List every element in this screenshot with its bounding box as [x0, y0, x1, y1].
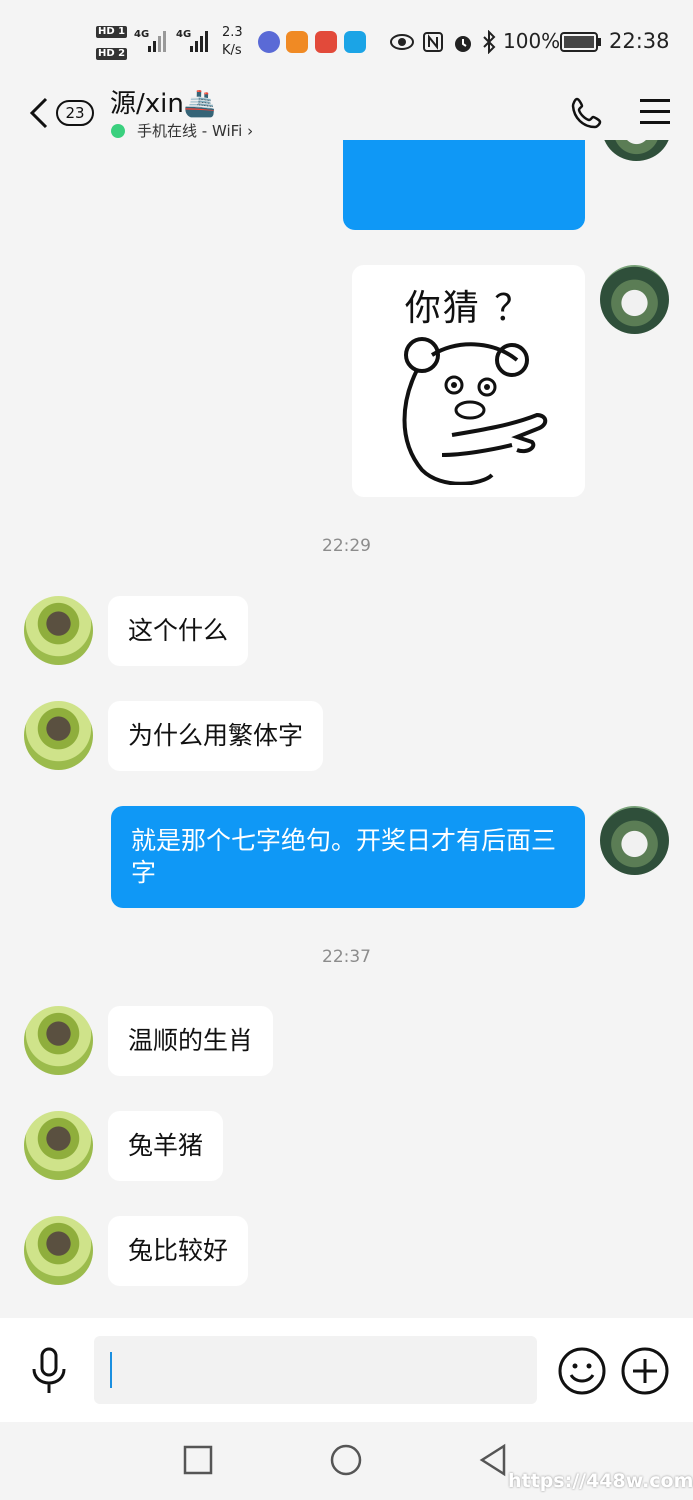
back-arrow-icon[interactable]: [26, 96, 52, 130]
battery-icon: [560, 32, 601, 52]
net-speed-value: 2.3: [222, 25, 243, 40]
signal-icon-1: [148, 31, 166, 52]
battery-percent: 100%: [503, 29, 561, 53]
message-bubble[interactable]: 温顺的生肖: [108, 1006, 274, 1076]
signal-icon-2: [190, 31, 208, 52]
phone-call-icon[interactable]: [569, 96, 605, 132]
bear-sticker-image: [402, 337, 548, 485]
avatar-self[interactable]: [600, 806, 669, 875]
network-type-2: 4G: [176, 29, 192, 40]
message-text: 兔羊猪: [128, 1131, 204, 1160]
search-app-icon: [344, 31, 366, 53]
reader-app-icon: [315, 31, 337, 53]
avatar-contact[interactable]: [24, 596, 93, 665]
nfc-icon: [423, 32, 443, 52]
microphone-icon[interactable]: [30, 1347, 68, 1395]
sticker-caption: 你猜 ？: [404, 288, 533, 329]
message-bubble[interactable]: 兔羊猪: [108, 1111, 224, 1181]
message-text: 就是那个七字绝句。开奖日才有后面三字: [131, 826, 557, 887]
menu-icon[interactable]: [640, 99, 670, 125]
message-text: 温顺的生肖: [128, 1026, 254, 1055]
contact-name[interactable]: 源/xin🚢: [110, 89, 216, 119]
unread-count-badge[interactable]: 23: [56, 100, 94, 126]
online-status-text[interactable]: 手机在线 - WiFi ›: [137, 122, 253, 140]
message-text: 兔比较好: [128, 1236, 229, 1265]
message-bubble[interactable]: 就是那个七字绝句。开奖日才有后面三字: [111, 806, 585, 908]
avatar-contact[interactable]: [24, 1111, 93, 1180]
back-triangle-icon[interactable]: [478, 1443, 508, 1477]
message-text: 这个什么: [128, 616, 229, 645]
avatar-contact[interactable]: [24, 701, 93, 770]
hd-badge-1: HD 1: [96, 26, 128, 38]
sticker-message[interactable]: 你猜 ？: [352, 265, 585, 497]
alarm-icon: [455, 36, 471, 52]
avatar-contact[interactable]: [24, 1006, 93, 1075]
timestamp: 22:29: [322, 536, 371, 556]
bluetooth-icon: [483, 30, 496, 54]
message-text: 为什么用繁体字: [128, 721, 304, 750]
plus-circle-icon[interactable]: [620, 1346, 670, 1396]
message-bubble[interactable]: 为什么用繁体字: [108, 701, 324, 771]
online-status-dot: [111, 124, 125, 138]
status-bar: HD 1 HD 2 4G 4G 2.3 K/s 100% 22:38: [0, 0, 693, 80]
music-app-icon: [258, 31, 280, 53]
text-caret: [110, 1352, 112, 1388]
home-circle-icon[interactable]: [329, 1443, 363, 1477]
network-type-1: 4G: [134, 29, 150, 40]
clock: 22:38: [609, 29, 670, 53]
eye-icon: [390, 34, 414, 50]
video-app-icon: [286, 31, 308, 53]
message-bubble-partial[interactable]: [343, 140, 585, 230]
hd-badge-2: HD 2: [96, 48, 128, 60]
smiley-icon[interactable]: [557, 1346, 607, 1396]
timestamp: 22:37: [322, 947, 371, 967]
message-bubble[interactable]: 兔比较好: [108, 1216, 249, 1286]
recent-apps-square-icon[interactable]: [183, 1445, 213, 1475]
avatar-contact[interactable]: [24, 1216, 93, 1285]
avatar-self[interactable]: [600, 265, 669, 334]
message-bubble[interactable]: 这个什么: [108, 596, 249, 666]
message-input[interactable]: [94, 1336, 537, 1404]
watermark-text: https://448w.com: [508, 1470, 693, 1492]
net-speed-unit: K/s: [222, 43, 242, 58]
online-status-label: 手机在线 - WiFi: [137, 122, 243, 140]
